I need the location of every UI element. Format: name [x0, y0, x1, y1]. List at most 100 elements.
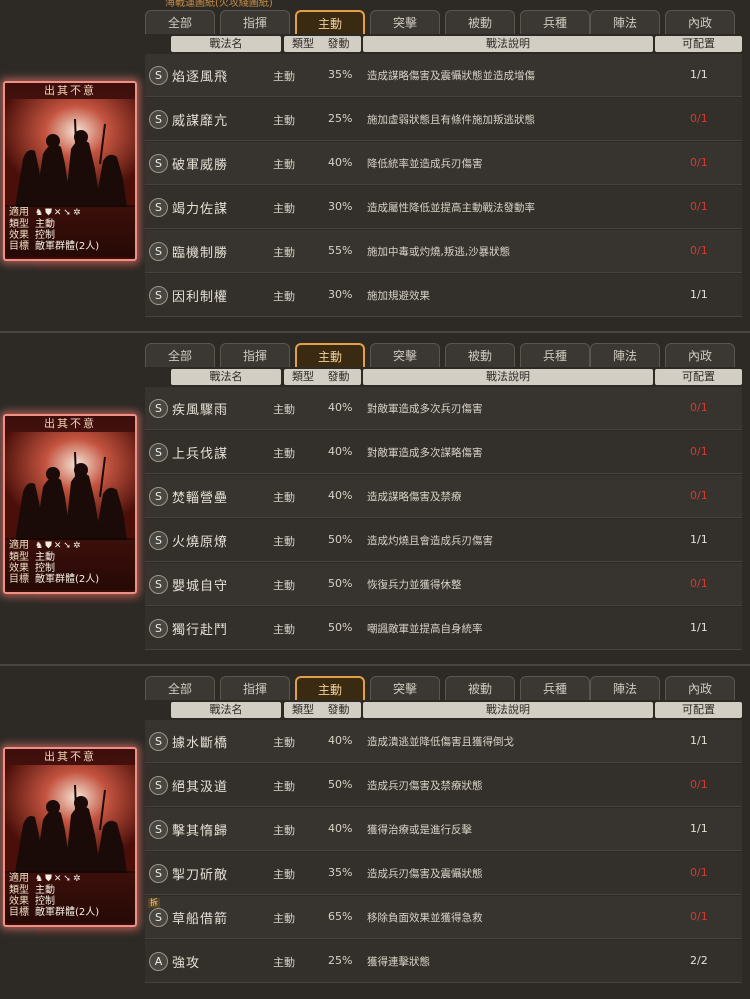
breadcrumb: 海戰運圖紙(火攻綫圖紙)	[165, 0, 273, 8]
skill-rate: 55%	[328, 244, 353, 257]
tab-6[interactable]: 陣法	[590, 676, 660, 700]
table-row[interactable]: S 上兵伐謀 主動 40% 對敵軍造成多次謀略傷害 0/1	[145, 431, 742, 474]
tab-3[interactable]: 突擊	[370, 10, 440, 34]
skill-name: 火燒原燎	[172, 535, 229, 550]
skill-rate: 40%	[328, 156, 353, 169]
tab-7[interactable]: 內政	[665, 10, 735, 34]
tab-bar: 全部 指揮 主動 突擊 被動 兵種 陣法 內政	[145, 676, 745, 702]
table-row[interactable]: S 疾風驟雨 主動 40% 對敵軍造成多次兵刃傷害 0/1	[145, 387, 742, 430]
column-header-slot[interactable]: 可配置	[655, 36, 742, 52]
tab-0[interactable]: 全部	[145, 676, 215, 700]
column-header-desc[interactable]: 戰法說明	[363, 36, 653, 52]
tab-3[interactable]: 突擊	[370, 343, 440, 367]
grade-badge: S	[149, 66, 168, 85]
tab-2[interactable]: 主動	[295, 10, 365, 34]
table-row[interactable]: S 焚輜營壘 主動 40% 造成謀略傷害及禁療 0/1	[145, 475, 742, 518]
table-row[interactable]: S 火燒原燎 主動 50% 造成灼燒且會造成兵刃傷害 1/1	[145, 519, 742, 562]
skill-type: 主動	[273, 158, 295, 171]
tab-0[interactable]: 全部	[145, 10, 215, 34]
column-header-name[interactable]: 戰法名	[171, 702, 281, 718]
skill-type: 主動	[273, 535, 295, 548]
grade-badge: S	[149, 443, 168, 462]
table-row[interactable]: S 擊其惰歸 主動 40% 獲得治療或是進行反擊 1/1	[145, 808, 742, 851]
column-header-slot[interactable]: 可配置	[655, 702, 742, 718]
table-row[interactable]: S 草船借箭 主動 65% 移除負面效果並獲得急救 0/1	[145, 896, 742, 939]
column-header-rate[interactable]: 發動	[316, 369, 361, 385]
tab-1[interactable]: 指揮	[220, 10, 290, 34]
table-row[interactable]: S 嬰城自守 主動 50% 恢復兵力並獲得休整 0/1	[145, 563, 742, 606]
skill-name: 獨行赴鬥	[172, 623, 229, 638]
grade-badge: S	[149, 399, 168, 418]
tab-2[interactable]: 主動	[295, 676, 365, 700]
skill-slot: 0/1	[690, 778, 708, 791]
column-header-name[interactable]: 戰法名	[171, 369, 281, 385]
spear-icon: ➘	[63, 208, 71, 218]
card-type-label: 類型	[9, 885, 29, 896]
table-row[interactable]: S 威謀靡亢 主動 25% 施加虛弱狀態且有條件施加叛逃狀態 0/1	[145, 98, 742, 141]
tab-7[interactable]: 內政	[665, 343, 735, 367]
skill-rate: 25%	[328, 112, 353, 125]
skill-rate: 40%	[328, 822, 353, 835]
tab-5[interactable]: 兵種	[520, 10, 590, 34]
skill-slot: 1/1	[690, 533, 708, 546]
tab-7[interactable]: 內政	[665, 676, 735, 700]
table-row[interactable]: S 焰逐風飛 主動 35% 造成謀略傷害及震懾狀態並造成增傷 1/1	[145, 54, 742, 97]
column-header-desc[interactable]: 戰法說明	[363, 702, 653, 718]
tab-4[interactable]: 被動	[445, 10, 515, 34]
skill-rate: 30%	[328, 288, 353, 301]
tab-3[interactable]: 突擊	[370, 676, 440, 700]
card-artwork	[5, 432, 135, 540]
skill-rate: 50%	[328, 577, 353, 590]
table-row[interactable]: S 臨機制勝 主動 55% 施加中毒或灼燒,叛逃,沙暴狀態 0/1	[145, 230, 742, 273]
cavalry-icon: ♞	[35, 874, 44, 884]
skill-name: 焚輜營壘	[172, 491, 229, 506]
tab-6[interactable]: 陣法	[590, 343, 660, 367]
tab-5[interactable]: 兵種	[520, 343, 590, 367]
skill-slot: 1/1	[690, 734, 708, 747]
tab-5[interactable]: 兵種	[520, 676, 590, 700]
card-type-label: 類型	[9, 552, 29, 563]
skill-card[interactable]: 出其不意 適用 ♞ ⛊ ✕ ➘ ✲ 類型 主動 效果 控制 目標 敵軍群體(2人)	[3, 747, 137, 927]
skill-name: 上兵伐謀	[172, 447, 229, 462]
table-row[interactable]: S 據水斷橋 主動 40% 造成潰逃並降低傷害且獲得倒戈 1/1	[145, 720, 742, 763]
table-row[interactable]: S 掣刀斫敵 主動 35% 造成兵刃傷害及震懾狀態 0/1	[145, 852, 742, 895]
tab-2[interactable]: 主動	[295, 343, 365, 367]
bow-icon: ✕	[53, 541, 62, 551]
column-header-desc[interactable]: 戰法說明	[363, 369, 653, 385]
grade-badge: S	[149, 198, 168, 217]
tab-0[interactable]: 全部	[145, 343, 215, 367]
table-row[interactable]: A 強攻 主動 25% 獲得連擊狀態 2/2	[145, 940, 742, 983]
tab-1[interactable]: 指揮	[220, 343, 290, 367]
skill-description: 造成灼燒且會造成兵刃傷害	[367, 535, 493, 547]
grade-badge: S	[149, 242, 168, 261]
grade-badge: S	[149, 619, 168, 638]
skill-type: 主動	[273, 70, 295, 83]
skill-rate: 30%	[328, 200, 353, 213]
skill-rate: 50%	[328, 621, 353, 634]
skill-name: 破軍威勝	[172, 158, 229, 173]
tab-1[interactable]: 指揮	[220, 676, 290, 700]
skill-card[interactable]: 出其不意 適用 ♞ ⛊ ✕ ➘ ✲ 類型 主動 效果 控制 目標 敵軍群體(2人)	[3, 81, 137, 261]
column-header-slot[interactable]: 可配置	[655, 369, 742, 385]
table-row[interactable]: S 因利制權 主動 30% 施加規避效果 1/1	[145, 274, 742, 317]
skill-card[interactable]: 出其不意 適用 ♞ ⛊ ✕ ➘ ✲ 類型 主動 效果 控制 目標 敵軍群體(2人)	[3, 414, 137, 594]
tab-4[interactable]: 被動	[445, 676, 515, 700]
skill-type: 主動	[273, 114, 295, 127]
skill-name: 強攻	[172, 956, 201, 971]
column-header-name[interactable]: 戰法名	[171, 36, 281, 52]
skill-rate: 40%	[328, 445, 353, 458]
column-header-rate[interactable]: 發動	[316, 702, 361, 718]
card-type-value: 主動	[35, 219, 55, 230]
table-row[interactable]: S 竭力佐謀 主動 30% 造成屬性降低並提高主動戰法發動率 0/1	[145, 186, 742, 229]
tab-4[interactable]: 被動	[445, 343, 515, 367]
skill-slot: 0/1	[690, 910, 708, 923]
card-effect-line: 效果 控制	[9, 230, 131, 241]
skill-description: 造成潰逃並降低傷害且獲得倒戈	[367, 736, 514, 748]
skill-type: 主動	[273, 824, 295, 837]
column-header-rate[interactable]: 發動	[316, 36, 361, 52]
table-row[interactable]: S 獨行赴鬥 主動 50% 嘲諷敵軍並提高自身統率 1/1	[145, 607, 742, 650]
table-row[interactable]: S 絕其汲道 主動 50% 造成兵刃傷害及禁療狀態 0/1	[145, 764, 742, 807]
tab-6[interactable]: 陣法	[590, 10, 660, 34]
grade-badge: A	[149, 952, 168, 971]
table-row[interactable]: S 破軍威勝 主動 40% 降低統率並造成兵刃傷害 0/1	[145, 142, 742, 185]
